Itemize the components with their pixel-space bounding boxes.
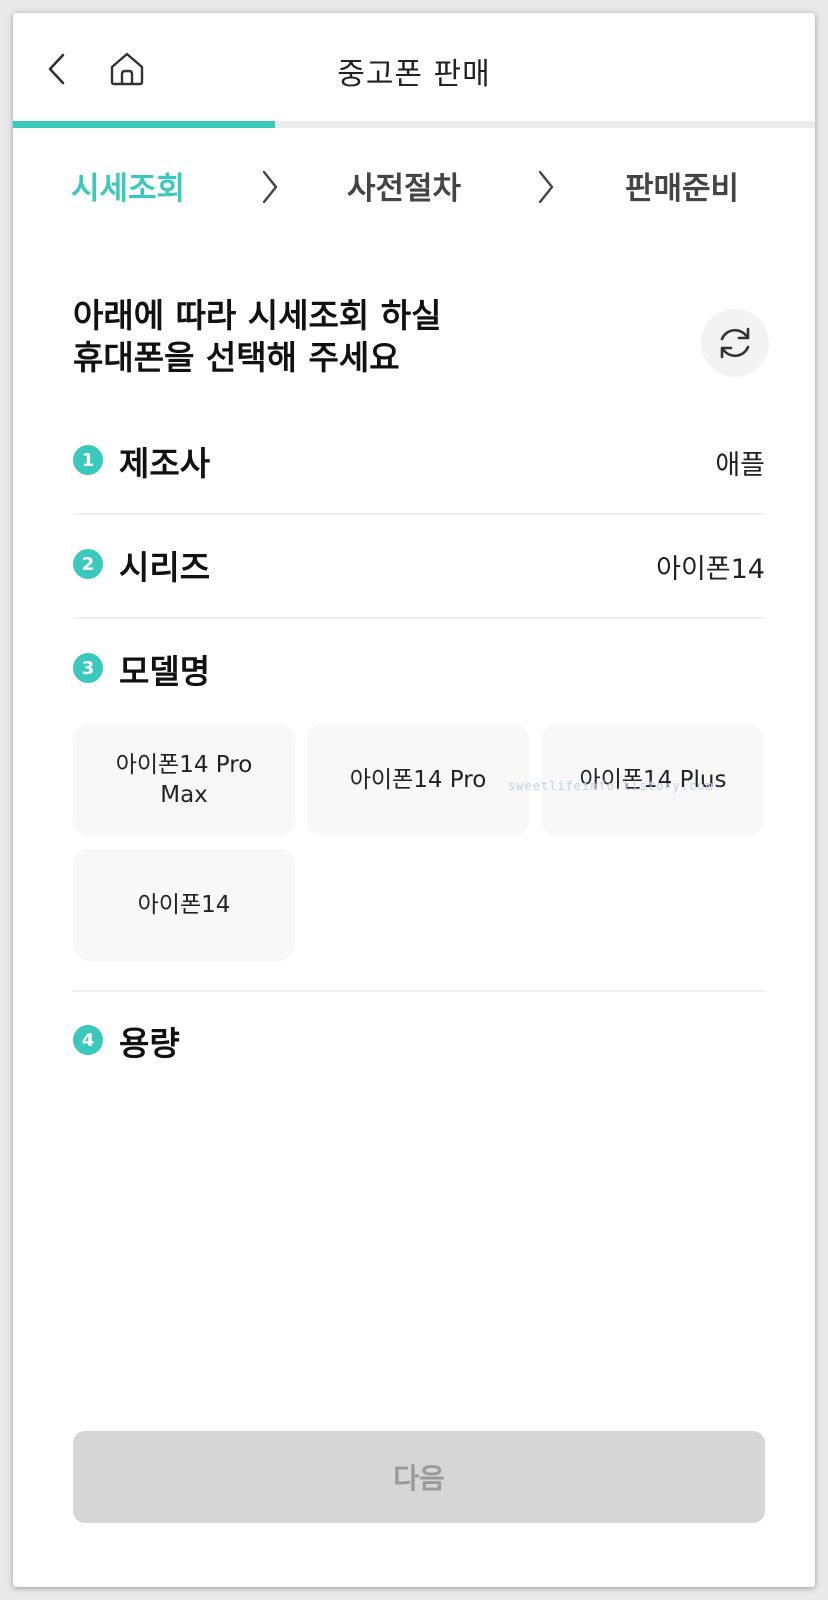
watermark-text: sweetlifeinfo.tistory.com bbox=[508, 779, 714, 793]
step-price-check[interactable]: 시세조회 bbox=[71, 163, 185, 208]
page-title: 중고폰 판매 bbox=[337, 57, 491, 92]
capacity-label: 용량 bbox=[119, 1024, 180, 1063]
divider bbox=[73, 513, 765, 515]
step-number-badge: 4 bbox=[73, 1025, 103, 1055]
refresh-icon bbox=[720, 327, 750, 359]
manufacturer-label: 제조사 bbox=[119, 444, 211, 483]
heading-line-1: 아래에 따라 시세조회 하실 bbox=[73, 296, 442, 335]
app-frame: 중고폰 판매 시세조회 사전절차 판매준비 아래에 따라 시세조회 하실 휴대폰… bbox=[13, 13, 815, 1587]
step-navigator: 시세조회 사전절차 판매준비 bbox=[13, 163, 815, 223]
instruction-heading: 아래에 따라 시세조회 하실 휴대폰을 선택해 주세요 bbox=[73, 295, 633, 379]
chevron-right-icon bbox=[538, 170, 554, 204]
chevron-right-icon bbox=[262, 170, 278, 204]
step-progress-bar bbox=[13, 121, 815, 128]
step-number-badge: 2 bbox=[73, 549, 103, 579]
model-row: 3 모델명 bbox=[73, 639, 765, 699]
header: 중고폰 판매 bbox=[13, 13, 815, 121]
model-label: 모델명 bbox=[119, 652, 211, 691]
divider bbox=[73, 990, 765, 992]
next-button[interactable]: 다음 bbox=[73, 1431, 765, 1523]
manufacturer-row[interactable]: 1 제조사 애플 bbox=[73, 431, 765, 491]
series-value: 아이폰14 bbox=[656, 554, 765, 585]
step-number-badge: 1 bbox=[73, 445, 103, 475]
model-option-pro[interactable]: 아이폰14 Pro bbox=[307, 724, 529, 836]
series-label: 시리즈 bbox=[119, 548, 211, 587]
step-sale-prep[interactable]: 판매준비 bbox=[625, 163, 739, 208]
model-option-base[interactable]: 아이폰14 bbox=[73, 849, 295, 961]
step-pre-procedure[interactable]: 사전절차 bbox=[347, 163, 461, 208]
refresh-button[interactable] bbox=[701, 309, 769, 377]
divider bbox=[73, 617, 765, 619]
progress-fill bbox=[13, 121, 276, 128]
model-option-pro-max[interactable]: 아이폰14 Pro Max bbox=[73, 724, 295, 836]
step-number-badge: 3 bbox=[73, 653, 103, 683]
capacity-row: 4 용량 bbox=[73, 1011, 765, 1071]
heading-line-2: 휴대폰을 선택해 주세요 bbox=[73, 338, 400, 377]
manufacturer-value: 애플 bbox=[715, 450, 765, 481]
series-row[interactable]: 2 시리즈 아이폰14 bbox=[73, 535, 765, 595]
